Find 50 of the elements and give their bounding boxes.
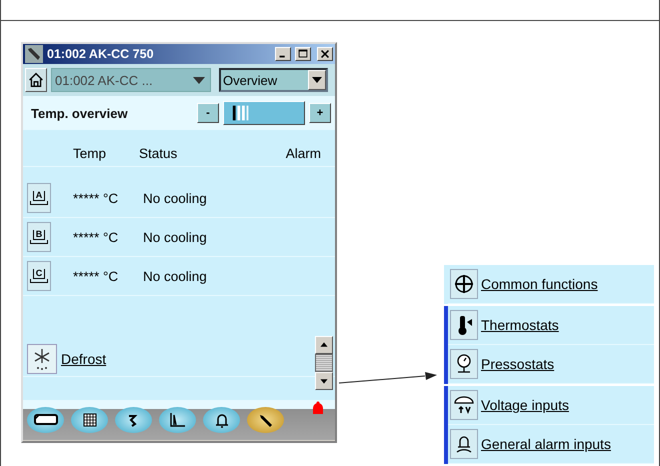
column-header: Status bbox=[139, 146, 178, 160]
trend-icon bbox=[170, 412, 186, 428]
toolbar-button[interactable] bbox=[27, 406, 64, 432]
temperature-value: ***** °C bbox=[73, 268, 120, 284]
column-header: Temp bbox=[73, 146, 108, 160]
maximize-button[interactable] bbox=[295, 47, 311, 61]
dropdown-arrow-icon bbox=[312, 77, 322, 83]
status-value: No cooling bbox=[143, 190, 207, 206]
defrost-link[interactable]: Defrost bbox=[61, 350, 106, 366]
minimize-button[interactable] bbox=[275, 47, 291, 61]
close-button[interactable] bbox=[317, 47, 333, 61]
menu-link[interactable]: Thermostats bbox=[481, 317, 559, 333]
temperature-value: ***** °C bbox=[73, 230, 120, 244]
bell-icon bbox=[214, 412, 230, 428]
thermometer-icon[interactable] bbox=[450, 310, 478, 340]
zoom-out-button[interactable]: - bbox=[197, 103, 219, 123]
toolbar-button[interactable] bbox=[203, 406, 240, 432]
case-button[interactable]: B bbox=[27, 222, 51, 252]
voltage-meter-icon[interactable] bbox=[450, 390, 478, 420]
scroll-down-button[interactable] bbox=[315, 372, 333, 390]
zoom-in-button[interactable]: + bbox=[309, 103, 331, 123]
menu-link[interactable]: Common functions bbox=[481, 276, 598, 292]
toolbar-button[interactable] bbox=[115, 406, 152, 432]
view-dropdown[interactable]: Overview bbox=[219, 68, 328, 92]
column-header: Alarm bbox=[286, 146, 321, 160]
gauge-icon[interactable] bbox=[450, 349, 478, 379]
device-dropdown[interactable]: 01:002 AK-CC ... bbox=[51, 68, 211, 92]
toolbar-button[interactable] bbox=[247, 406, 284, 432]
scroll-thumb[interactable] bbox=[315, 354, 333, 372]
temperature-value: ***** °C bbox=[73, 190, 120, 206]
home-button[interactable] bbox=[25, 68, 47, 92]
grid-icon bbox=[82, 412, 98, 428]
scroll-up-button[interactable] bbox=[315, 336, 333, 354]
menu-link[interactable]: General alarm inputs bbox=[481, 436, 611, 452]
toolbar-button[interactable] bbox=[71, 406, 108, 432]
zoom-level-bars-icon bbox=[223, 101, 305, 125]
bell-icon[interactable] bbox=[450, 429, 478, 459]
case-button[interactable]: C bbox=[27, 261, 51, 291]
snowflake-icon bbox=[27, 344, 57, 374]
section-title: Temp. overview bbox=[31, 106, 129, 120]
display-icon bbox=[34, 412, 58, 428]
case-button[interactable]: A bbox=[27, 183, 51, 213]
menu-link[interactable]: Pressostats bbox=[481, 356, 554, 372]
menu-link[interactable]: Voltage inputs bbox=[481, 397, 569, 413]
window-title: 01:002 AK-CC 750 bbox=[47, 47, 155, 61]
status-value: No cooling bbox=[143, 230, 207, 244]
crosshair-icon[interactable] bbox=[450, 269, 478, 299]
dropdown-arrow-icon bbox=[193, 76, 205, 84]
status-value: No cooling bbox=[143, 268, 207, 284]
toolbar-button[interactable] bbox=[159, 406, 196, 432]
